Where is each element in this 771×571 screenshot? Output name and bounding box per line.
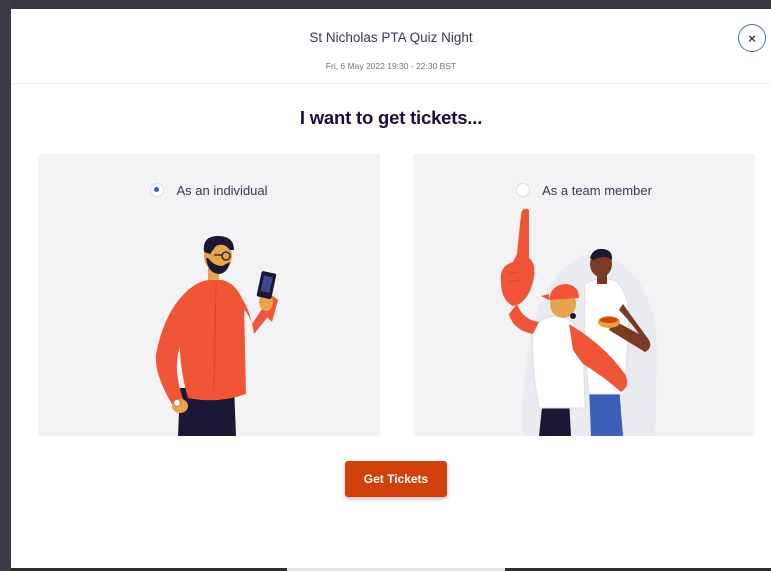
option-label-team: As a team member — [542, 182, 652, 198]
option-label-individual: As an individual — [176, 182, 268, 198]
radio-individual[interactable] — [150, 183, 165, 197]
radio-team[interactable] — [516, 183, 531, 197]
ticket-modal: St Nicholas PTA Quiz Night Fri, 6 May 20… — [11, 9, 771, 568]
close-icon: × — [748, 30, 756, 46]
option-card-team[interactable]: As a team member — [413, 154, 755, 436]
event-title: St Nicholas PTA Quiz Night — [309, 30, 473, 45]
option-card-individual[interactable]: As an individual — [38, 154, 380, 436]
event-date: Fri, 6 May 2022 19:30 - 22:30 BST — [325, 61, 457, 71]
background-strip — [0, 0, 11, 571]
page-title: I want to get tickets... — [299, 107, 483, 128]
option-team[interactable]: As a team member — [413, 181, 755, 199]
close-button[interactable]: × — [738, 24, 766, 52]
modal-header: St Nicholas PTA Quiz Night Fri, 6 May 20… — [11, 9, 771, 84]
get-tickets-button[interactable]: Get Tickets — [345, 461, 447, 497]
option-individual[interactable]: As an individual — [38, 181, 380, 199]
